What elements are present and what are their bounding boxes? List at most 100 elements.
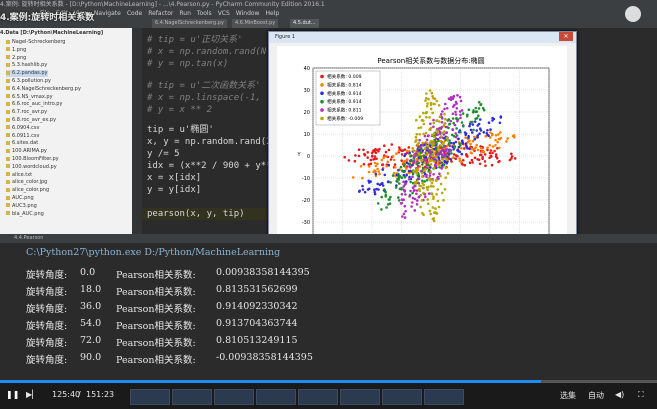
- scatter-point: [361, 188, 365, 191]
- scatter-point: [459, 130, 462, 134]
- close-icon[interactable]: ✕: [559, 32, 573, 41]
- tree-item[interactable]: 1.png: [6, 47, 26, 54]
- tree-item[interactable]: 6.6.roc_auc_intro.py: [6, 101, 62, 108]
- tree-item-label: 5.3.hashlib.py: [12, 62, 48, 69]
- taskbar-item[interactable]: [130, 389, 170, 405]
- autoplay-button[interactable]: 自动: [588, 390, 604, 401]
- scatter-point: [462, 159, 465, 162]
- scatter-point: [442, 198, 445, 202]
- scatter-point: [482, 108, 486, 112]
- fullscreen-icon[interactable]: ⛶: [638, 390, 644, 400]
- scatter-point: [400, 187, 403, 191]
- taskbar-item[interactable]: [298, 389, 338, 405]
- tree-item[interactable]: alice_color.png: [6, 187, 49, 194]
- menu-item[interactable]: Code: [127, 10, 142, 17]
- user-avatar[interactable]: [625, 6, 641, 22]
- tree-item[interactable]: 100.BloomFilter.py: [6, 156, 59, 163]
- tree-item[interactable]: 100.wordcloud.py: [6, 164, 57, 171]
- scatter-point: [440, 167, 443, 170]
- tree-item[interactable]: alice_color.jpg: [6, 179, 47, 186]
- play-pause-icon[interactable]: ❚❚: [6, 390, 19, 399]
- scatter-point: [433, 102, 436, 106]
- scatter-point: [464, 142, 468, 145]
- scatter-point: [444, 102, 447, 106]
- scatter-point: [498, 121, 502, 125]
- taskbar-item[interactable]: [340, 389, 380, 405]
- scatter-point: [422, 191, 425, 195]
- scatter-point: [367, 165, 371, 168]
- tree-item-label: 6.2.pandas.py: [12, 70, 48, 77]
- tree-item[interactable]: 2.png: [6, 55, 26, 62]
- scatter-point: [438, 115, 442, 118]
- tree-item[interactable]: 6.sites.dat: [6, 140, 38, 147]
- tree-item[interactable]: 6.8.roc_avr_ex.py: [6, 117, 56, 124]
- scatter-point: [363, 152, 366, 156]
- tree-item-label: 6.8.roc_avr_ex.py: [12, 117, 57, 123]
- scatter-point: [436, 188, 439, 191]
- tree-item[interactable]: 6.3.pollution.py: [6, 78, 51, 85]
- tree-item[interactable]: 5.3.hashlib.py: [6, 62, 47, 69]
- scatter-point: [409, 180, 412, 184]
- tree-item[interactable]: 6.2.pandas.py: [6, 70, 48, 78]
- tree-item[interactable]: 6.4.NagelSchreckenberg.py: [6, 86, 81, 93]
- scatter-point: [444, 176, 447, 179]
- console-metric: Pearson相关系数:: [116, 270, 196, 281]
- editor-tab[interactable]: 6.4.NagelSchreckenberg.py: [152, 19, 227, 28]
- scatter-point: [417, 152, 420, 155]
- run-tab[interactable]: 4.4.Pearson: [0, 234, 657, 243]
- episodes-button[interactable]: 选集: [560, 390, 576, 401]
- scatter-point: [428, 89, 432, 92]
- scatter-point: [489, 128, 492, 131]
- legend-marker: [320, 99, 324, 104]
- tree-item[interactable]: 6.7.roc_avr.py: [6, 109, 47, 116]
- scatter-point: [498, 159, 501, 163]
- tree-item[interactable]: 6.0904.csv: [6, 125, 39, 132]
- code-editor[interactable]: # tip = u'正切关系' # x = np.random.rand(N # y…: [132, 28, 268, 234]
- scatter-point: [429, 122, 432, 126]
- scatter-point: [448, 150, 451, 154]
- scatter-point: [417, 126, 420, 130]
- menu-item[interactable]: Navigate: [94, 10, 121, 17]
- editor-tab[interactable]: 4.5.dut...: [290, 19, 319, 28]
- scatter-point: [383, 173, 387, 177]
- scatter-point: [391, 155, 395, 158]
- scatter-point: [402, 185, 405, 188]
- taskbar-item[interactable]: [424, 389, 464, 405]
- tree-item[interactable]: Nagel-Schreckenberg: [6, 39, 65, 46]
- tree-item[interactable]: AUC3.png: [6, 203, 37, 210]
- menu-item[interactable]: VCS: [218, 10, 230, 17]
- menu-item[interactable]: Window: [236, 10, 260, 17]
- run-console[interactable]: C:\Python27\python.exe D:/Python/Machine…: [0, 243, 657, 383]
- menu-item[interactable]: Help: [265, 10, 279, 17]
- tree-item[interactable]: 6.0911.csv: [6, 133, 39, 140]
- scatter-point: [405, 149, 409, 153]
- scatter-point: [403, 148, 407, 151]
- volume-icon[interactable]: ◀): [615, 390, 624, 399]
- tree-item[interactable]: 6.5.NS_vmax.py: [6, 94, 53, 101]
- tree-item[interactable]: AUC.png: [6, 195, 34, 202]
- scatter-point: [431, 140, 435, 143]
- tree-item[interactable]: 100.ARIMA.py: [6, 148, 47, 155]
- taskbar-item[interactable]: [172, 389, 212, 405]
- menu-item[interactable]: Refactor: [148, 10, 173, 17]
- scatter-point: [489, 149, 493, 152]
- tree-root[interactable]: 4.Data [D:\Python\MachineLearning]: [0, 30, 103, 37]
- menu-bar: File Edit View Navigate Code Refactor Run Tools…: [0, 9, 657, 18]
- scatter-point: [437, 104, 441, 107]
- tree-item[interactable]: bla_AUC.png: [6, 211, 44, 218]
- scatter-point: [418, 189, 422, 192]
- tree-item[interactable]: alice.txt: [6, 172, 32, 179]
- next-icon[interactable]: ▶▏: [26, 390, 38, 399]
- taskbar-item[interactable]: [256, 389, 296, 405]
- taskbar-item[interactable]: [382, 389, 422, 405]
- scatter-point: [471, 139, 475, 143]
- scatter-point: [494, 134, 498, 137]
- scatter-point: [410, 159, 413, 163]
- menu-item[interactable]: Run: [179, 10, 191, 17]
- scatter-point: [421, 141, 424, 145]
- taskbar-item[interactable]: [214, 389, 254, 405]
- code-line: # y = np.tan(x): [147, 59, 229, 69]
- scatter-point: [403, 189, 407, 192]
- menu-item[interactable]: Tools: [197, 10, 212, 17]
- editor-tab[interactable]: 4.6.MinBoost.py: [232, 19, 279, 28]
